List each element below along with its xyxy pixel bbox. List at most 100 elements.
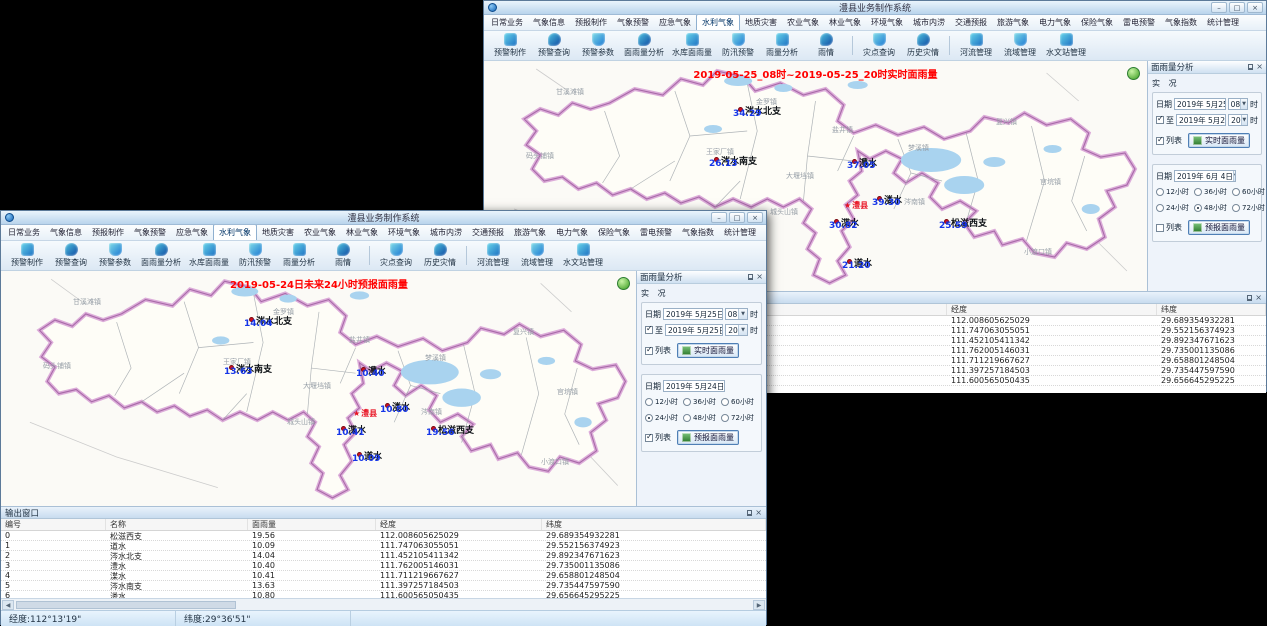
menu-item[interactable]: 应急气象 [654,15,696,30]
menu-item[interactable]: 交通预报 [950,15,992,30]
menu-item[interactable]: 统计管理 [1202,15,1244,30]
menu-item[interactable]: 电力气象 [1034,15,1076,30]
toolbar-button[interactable]: 流域管理 [515,243,559,268]
toolbar-button[interactable]: 防汛预警 [233,243,277,268]
menu-item[interactable]: 预报制作 [570,15,612,30]
obs-start-hour-select[interactable]: 08▼ [1228,98,1248,110]
toolbar-button[interactable]: 面雨量分析 [620,33,668,58]
close-button[interactable]: × [747,212,763,223]
menu-item[interactable]: 地质灾害 [257,225,299,240]
toolbar-button[interactable]: 预警制作 [5,243,49,268]
period-radio[interactable]: 24小时 [1156,203,1192,213]
period-radio[interactable]: 48小时 [1194,203,1230,213]
table-row[interactable]: 2涔水北支 14.04111.452105411342 29.892347671… [1,551,766,561]
horizontal-scrollbar[interactable]: ◀ ▶ [1,598,766,610]
realtime-rain-button[interactable]: 实时面雨量 [1188,133,1250,148]
period-radio[interactable]: 60小时 [721,397,758,407]
period-radio[interactable]: 36小时 [683,397,719,407]
menu-item[interactable]: 城市内涝 [425,225,467,240]
toolbar-button[interactable]: 河流管理 [471,243,515,268]
forecast-date-select[interactable]: 2019年 5月24日▼ [663,380,725,392]
toolbar-button[interactable]: 雨量分析 [760,33,804,58]
close-icon[interactable]: × [1256,63,1263,71]
period-radio[interactable]: 24小时 [645,413,681,423]
toolbar-button[interactable]: 预警查询 [532,33,576,58]
titlebar[interactable]: 澧县业务制作系统 – □ × [484,1,1266,15]
toolbar-button[interactable]: 水库面雨量 [668,33,716,58]
period-radio[interactable]: 12小时 [645,397,681,407]
menu-item[interactable]: 旅游气象 [992,15,1034,30]
toolbar-button[interactable]: 雨情 [804,33,848,58]
maximize-button[interactable]: □ [729,212,745,223]
forecast-date-select[interactable]: 2019年 6月 4日▼ [1174,170,1236,182]
menu-item[interactable]: 气象信息 [45,225,87,240]
scrollbar-thumb[interactable] [16,601,236,609]
period-radio[interactable]: 60小时 [1232,187,1265,197]
obs-date-select[interactable]: 2019年 5月25日▼ [1174,98,1226,110]
toolbar-button[interactable]: 防汛预警 [716,33,760,58]
menu-item[interactable]: 雷电预警 [635,225,677,240]
minimize-button[interactable]: – [1211,2,1227,13]
menu-item[interactable]: 电力气象 [551,225,593,240]
close-icon[interactable]: × [756,273,763,281]
obs-start-hour-select[interactable]: 08▼ [725,308,748,320]
close-button[interactable]: × [1247,2,1263,13]
menu-item[interactable]: 农业气象 [782,15,824,30]
obs-end-date-select[interactable]: 2019年 5月25日▼ [665,324,723,336]
menu-item[interactable]: 日常业务 [486,15,528,30]
map-area[interactable]: 甘溪滩镇码头铺镇金罗镇王家厂镇盐井镇大堰垱镇梦溪镇涔南镇官垸镇复兴镇城头山镇小渡… [1,271,638,506]
menu-item[interactable]: 保险气象 [593,225,635,240]
menu-item[interactable]: 交通预报 [467,225,509,240]
period-radio[interactable]: 72小时 [1232,203,1265,213]
table-row[interactable]: 1道水 10.09111.747063055051 29.55215637492… [1,541,766,551]
menu-item[interactable]: 气象指数 [677,225,719,240]
menu-item[interactable]: 水利气象 [213,224,257,240]
table-row[interactable]: 0松滋西支 19.56112.008605625029 29.689354932… [1,531,766,541]
menu-item[interactable]: 林业气象 [341,225,383,240]
menu-item[interactable]: 水利气象 [696,14,740,30]
menu-item[interactable]: 气象信息 [528,15,570,30]
menu-item[interactable]: 保险气象 [1076,15,1118,30]
forecast-list-checkbox[interactable] [645,434,653,442]
map-locate-button[interactable] [617,277,630,290]
toolbar-button[interactable]: 灾点查询 [857,33,901,58]
toolbar-button[interactable]: 面雨量分析 [137,243,185,268]
menu-item[interactable]: 雷电预警 [1118,15,1160,30]
menu-item[interactable]: 应急气象 [171,225,213,240]
pin-icon[interactable] [747,510,752,516]
period-radio[interactable]: 72小时 [721,413,758,423]
period-radio[interactable]: 48小时 [683,413,719,423]
to-checkbox[interactable] [645,326,653,334]
obs-list-checkbox[interactable] [1156,137,1164,145]
forecast-rain-button[interactable]: 预报面雨量 [677,430,739,445]
toolbar-button[interactable]: 河流管理 [954,33,998,58]
menu-item[interactable]: 气象预警 [612,15,654,30]
minimize-button[interactable]: – [711,212,727,223]
close-icon[interactable]: × [1255,294,1262,302]
forecast-rain-button[interactable]: 预报面雨量 [1188,220,1250,235]
menu-item[interactable]: 环境气象 [383,225,425,240]
toolbar-button[interactable]: 水库面雨量 [185,243,233,268]
toolbar-button[interactable]: 预警制作 [488,33,532,58]
table-row[interactable]: 3澧水 10.40111.762005146031 29.73500113508… [1,561,766,571]
menu-item[interactable]: 城市内涝 [908,15,950,30]
map-locate-button[interactable] [1127,67,1140,80]
period-radio[interactable]: 36小时 [1194,187,1230,197]
toolbar-button[interactable]: 预警查询 [49,243,93,268]
toolbar-button[interactable]: 灾点查询 [374,243,418,268]
menu-item[interactable]: 旅游气象 [509,225,551,240]
realtime-rain-button[interactable]: 实时面雨量 [677,343,739,358]
obs-list-checkbox[interactable] [645,347,653,355]
table-row[interactable]: 4渫水 10.41111.711219667627 29.65880124850… [1,571,766,581]
titlebar[interactable]: 澧县业务制作系统 – □ × [1,211,766,225]
toolbar-button[interactable]: 预警参数 [576,33,620,58]
menu-item[interactable]: 农业气象 [299,225,341,240]
menu-item[interactable]: 日常业务 [3,225,45,240]
obs-end-hour-select[interactable]: 20▼ [725,324,748,336]
to-checkbox[interactable] [1156,116,1164,124]
menu-item[interactable]: 气象指数 [1160,15,1202,30]
obs-end-hour-select[interactable]: 20▼ [1228,114,1248,126]
table-row[interactable]: 6溇水 10.80111.600565050435 29.65664529522… [1,591,766,598]
forecast-list-checkbox[interactable] [1156,224,1164,232]
toolbar-button[interactable]: 水文站管理 [1042,33,1090,58]
